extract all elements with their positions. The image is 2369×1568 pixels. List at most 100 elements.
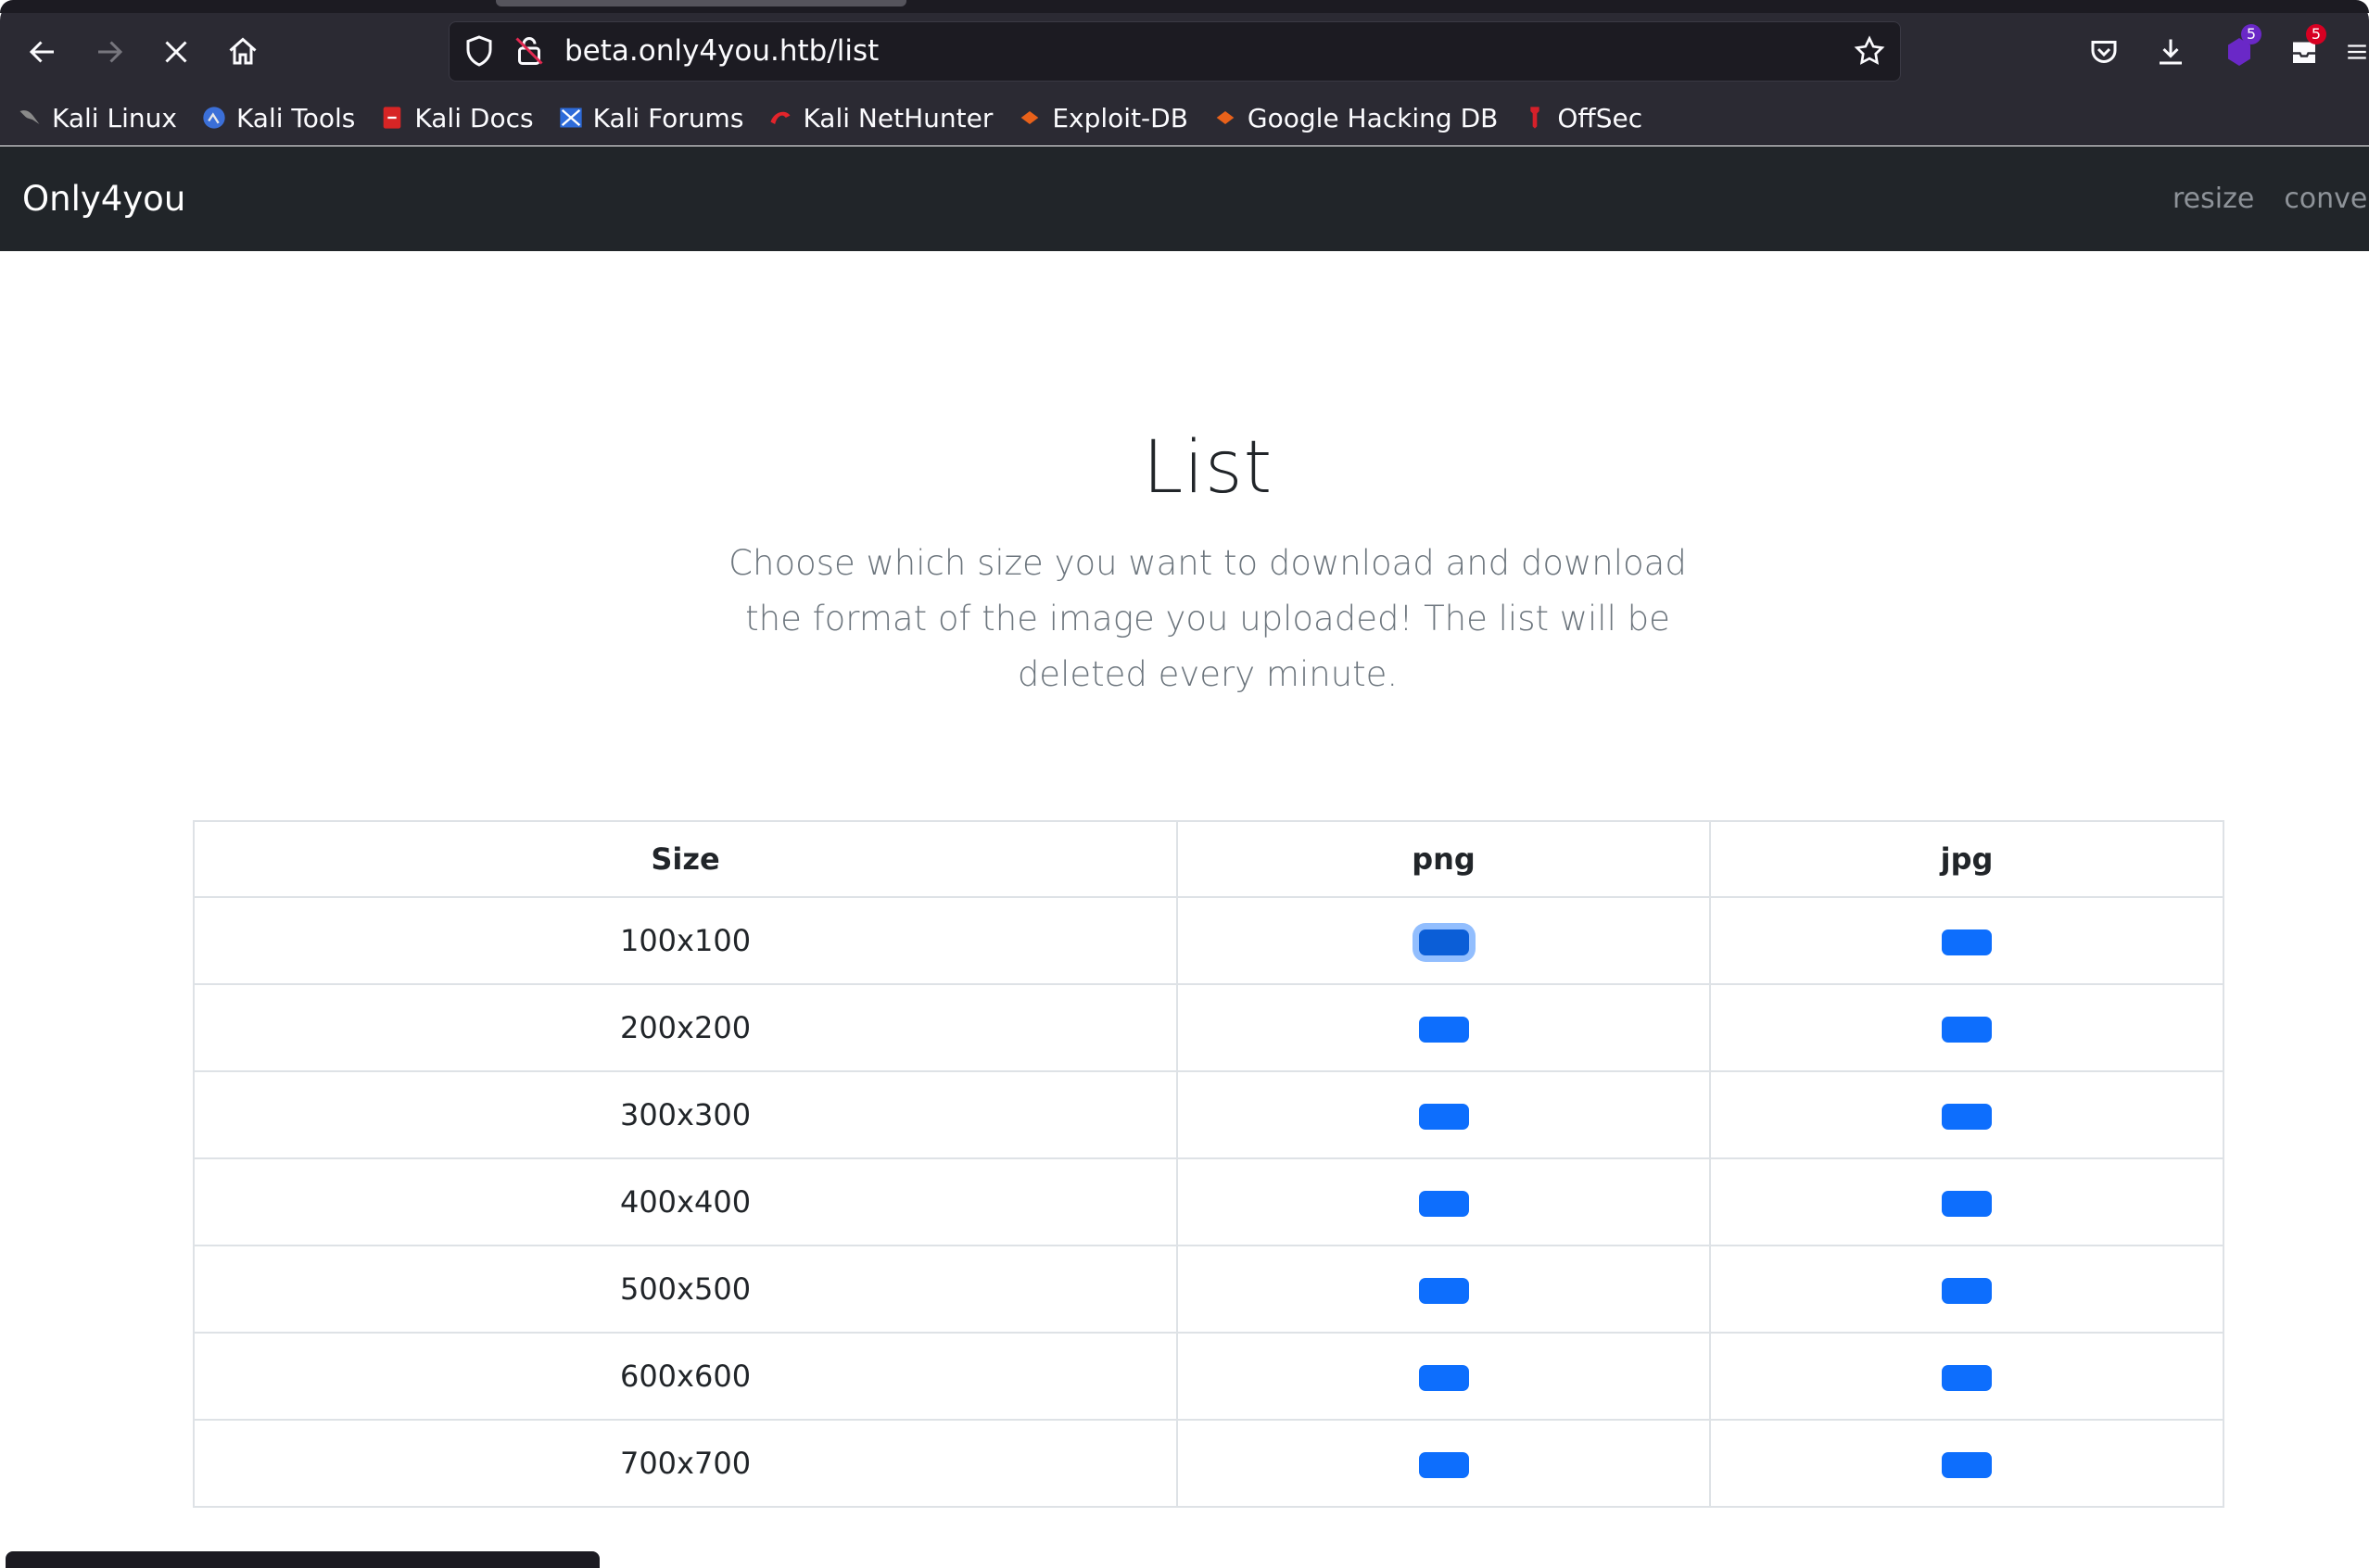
tab-strip — [0, 0, 2369, 13]
size-cell: 300x300 — [193, 1070, 1178, 1159]
bookmark-kali-forums[interactable]: Kali Forums — [558, 102, 744, 133]
bookmark-offsec[interactable]: OffSec — [1522, 103, 1642, 133]
extension-button-notifications[interactable]: 5 — [2280, 24, 2328, 76]
kali-forums-icon — [559, 107, 582, 128]
download-jpg-button[interactable] — [1942, 929, 1992, 955]
bookmark-kali-tools[interactable]: Kali Tools — [201, 103, 355, 133]
download-png-button[interactable] — [1418, 1104, 1469, 1130]
forward-button[interactable] — [85, 28, 133, 76]
extension-button-ublock[interactable]: 5 — [2215, 24, 2263, 76]
download-png-button[interactable] — [1418, 1452, 1469, 1478]
bookmark-label: Kali Linux — [52, 102, 177, 133]
home-icon — [229, 37, 257, 65]
browser-chrome: beta.only4you.htb/list 5 5 Kali Linux Ka… — [0, 0, 2369, 145]
bookmark-label: OffSec — [1557, 102, 1643, 133]
download-icon — [2160, 39, 2182, 65]
kali-tools-icon — [203, 107, 225, 129]
pocket-button[interactable] — [2080, 28, 2128, 76]
bookmark-label: Kali NetHunter — [803, 102, 994, 133]
download-table: Size png jpg 100x100 200x200 300x300 400… — [193, 820, 2224, 1508]
lock-warning-icon[interactable] — [513, 34, 546, 68]
download-png-button[interactable] — [1418, 1365, 1469, 1391]
download-jpg-button[interactable] — [1942, 1452, 1992, 1478]
bookmarks-toolbar: Kali Linux Kali Tools Kali Docs Kali For… — [17, 96, 1666, 139]
png-cell — [1176, 1245, 1711, 1334]
download-jpg-button[interactable] — [1942, 1191, 1992, 1217]
nethunter-icon — [770, 111, 791, 124]
column-header-jpg: jpg — [1709, 820, 2224, 898]
png-cell — [1176, 983, 1711, 1072]
download-png-button[interactable] — [1418, 929, 1469, 955]
kali-docs-icon — [384, 107, 401, 129]
ghdb-icon — [1216, 111, 1235, 124]
pocket-icon — [2091, 41, 2117, 63]
table-row: 700x700 — [193, 1419, 2224, 1508]
bookmark-exploit-db[interactable]: Exploit-DB — [1017, 103, 1188, 133]
jpg-cell — [1709, 1070, 2224, 1159]
exploit-db-icon — [1021, 111, 1039, 124]
site-nav-links: resize conver — [2173, 146, 2369, 251]
bookmark-label: Exploit-DB — [1052, 102, 1188, 133]
hamburger-menu-icon — [2348, 44, 2366, 59]
bookmark-kali-docs[interactable]: Kali Docs — [379, 102, 534, 133]
bookmark-label: Kali Forums — [592, 102, 744, 133]
nav-link-resize[interactable]: resize — [2173, 183, 2254, 215]
jpg-cell — [1709, 1245, 2224, 1334]
table-row: 300x300 — [193, 1070, 2224, 1159]
offsec-icon — [1530, 107, 1540, 129]
download-png-button[interactable] — [1418, 1017, 1469, 1043]
site-brand[interactable]: Only4you — [22, 146, 185, 251]
png-cell — [1176, 896, 1711, 985]
page-title: List — [1142, 426, 1273, 510]
table-row: 100x100 — [193, 896, 2224, 985]
bookmark-label: Kali Docs — [414, 102, 534, 133]
column-header-png: png — [1176, 820, 1711, 898]
download-jpg-button[interactable] — [1942, 1017, 1992, 1043]
download-jpg-button[interactable] — [1942, 1278, 1992, 1304]
extension-badge: 5 — [2241, 24, 2261, 44]
star-icon[interactable] — [1853, 34, 1886, 68]
table-row: 600x600 — [193, 1332, 2224, 1421]
shield-icon[interactable] — [462, 34, 496, 68]
download-jpg-button[interactable] — [1942, 1104, 1992, 1130]
table-header-row: Size png jpg — [193, 820, 2224, 898]
jpg-cell — [1709, 1332, 2224, 1421]
png-cell — [1176, 1419, 1711, 1508]
jpg-cell — [1709, 896, 2224, 985]
page-lead: Choose which size you want to download a… — [728, 543, 1687, 694]
url-text[interactable]: beta.only4you.htb/list — [564, 22, 879, 81]
back-button[interactable] — [19, 28, 67, 76]
bookmark-kali-linux[interactable]: Kali Linux — [17, 103, 177, 133]
active-tab[interactable] — [496, 0, 906, 6]
arrow-right-icon — [98, 41, 123, 63]
png-cell — [1176, 1070, 1711, 1159]
site-navbar: Only4you resize conver — [0, 146, 2369, 251]
size-cell: 700x700 — [193, 1419, 1178, 1508]
jpg-cell — [1709, 1419, 2224, 1508]
bookmark-kali-nethunter[interactable]: Kali NetHunter — [767, 103, 993, 133]
table-row: 200x200 — [193, 983, 2224, 1072]
bookmark-google-hacking-db[interactable]: Google Hacking DB — [1212, 103, 1498, 133]
size-cell: 400x400 — [193, 1157, 1178, 1246]
home-button[interactable] — [219, 28, 267, 76]
close-icon — [165, 41, 187, 63]
menu-button[interactable] — [2345, 28, 2369, 76]
arrow-left-icon — [29, 41, 54, 63]
size-cell: 600x600 — [193, 1332, 1178, 1421]
download-jpg-button[interactable] — [1942, 1365, 1992, 1391]
png-cell — [1176, 1332, 1711, 1421]
jpg-cell — [1709, 983, 2224, 1072]
stop-button[interactable] — [152, 28, 200, 76]
table-row: 500x500 — [193, 1245, 2224, 1334]
download-png-button[interactable] — [1418, 1278, 1469, 1304]
bookmark-label: Kali Tools — [235, 102, 356, 133]
url-bar[interactable]: beta.only4you.htb/list — [449, 21, 1901, 82]
status-bar — [6, 1551, 600, 1568]
png-cell — [1176, 1157, 1711, 1246]
column-header-size: Size — [193, 820, 1178, 898]
download-png-button[interactable] — [1418, 1191, 1469, 1217]
downloads-button[interactable] — [2147, 28, 2195, 76]
nav-link-convert[interactable]: conver — [2284, 183, 2369, 215]
bookmark-label: Google Hacking DB — [1247, 102, 1499, 133]
size-cell: 500x500 — [193, 1245, 1178, 1334]
